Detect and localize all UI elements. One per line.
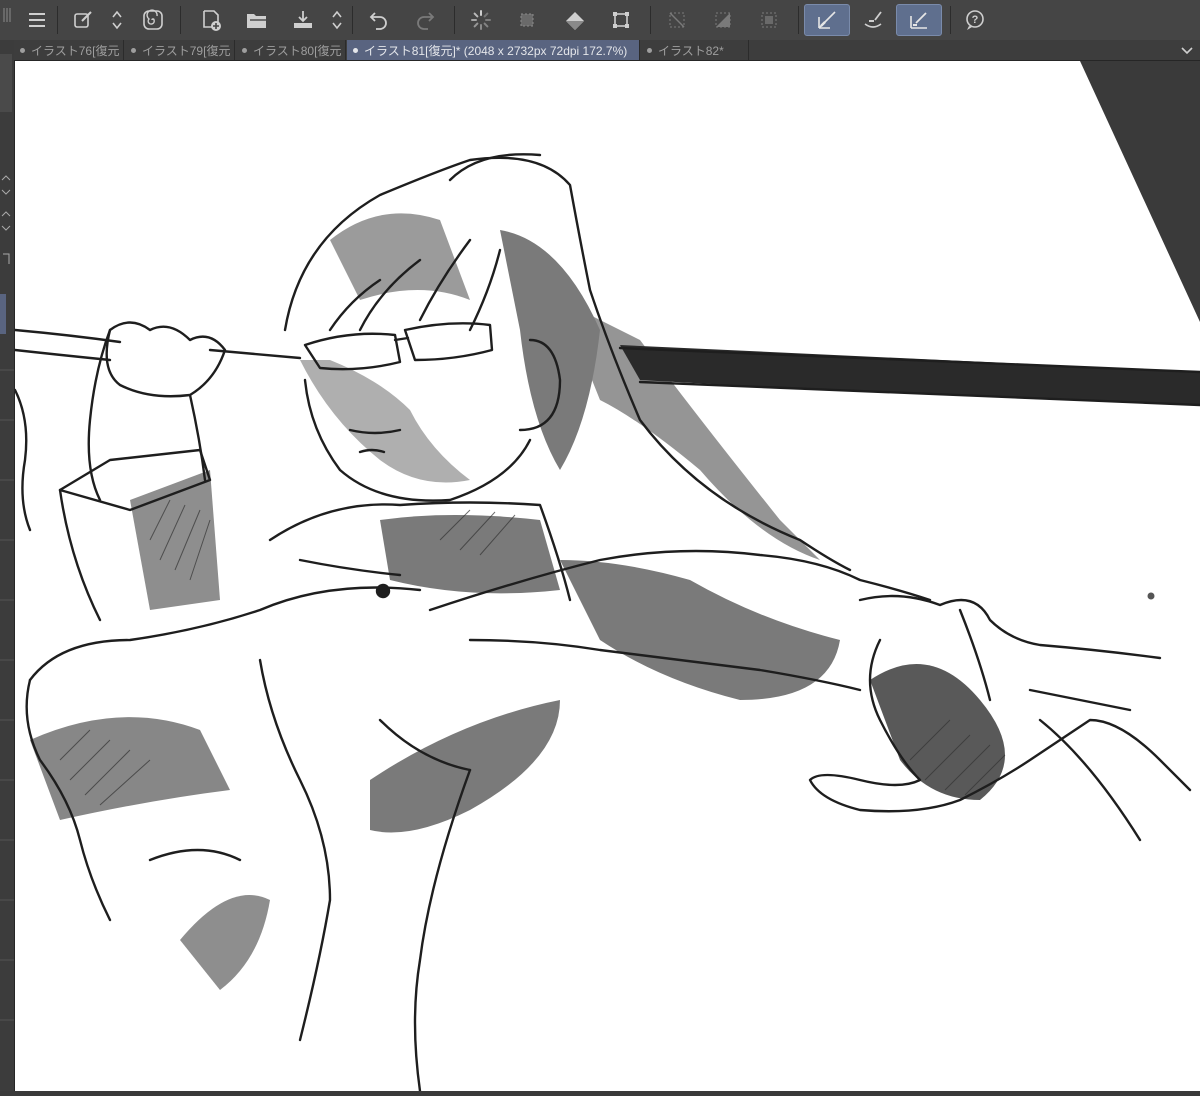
show-selection-icon xyxy=(761,12,777,28)
snap-to-ruler-icon xyxy=(818,11,836,29)
clear-selection-icon xyxy=(520,13,534,27)
spiral-logo-icon xyxy=(143,9,163,30)
canvas-area[interactable] xyxy=(15,61,1200,1091)
toolbar-separator xyxy=(57,6,58,34)
show-selection-button[interactable] xyxy=(752,4,786,36)
transform-icon xyxy=(613,12,629,28)
menu-icon xyxy=(29,13,45,27)
undo-icon xyxy=(369,12,387,30)
document-tab-bar: イラスト76[復元 イラスト79[復元 イラスト80[復元 イラスト81[復元]… xyxy=(14,40,1200,61)
tab-dot xyxy=(242,47,247,53)
tab-label: イラスト76[復元 xyxy=(31,43,120,58)
tab-label: イラスト79[復元 xyxy=(142,43,231,58)
fill-button[interactable] xyxy=(558,4,592,36)
deselect-button[interactable] xyxy=(660,4,694,36)
help-button[interactable]: ? xyxy=(958,4,992,36)
snap-ruler-button[interactable] xyxy=(804,4,850,36)
open-folder-icon xyxy=(247,14,266,28)
tab-dot xyxy=(20,47,25,53)
snap-special-ruler-button[interactable] xyxy=(856,4,890,36)
tab-illust-76[interactable]: イラスト76[復元 xyxy=(14,40,124,60)
command-bar: ? xyxy=(0,0,1200,41)
clear-button[interactable] xyxy=(510,4,544,36)
save-options-button[interactable] xyxy=(328,4,346,36)
panel-edge-marks xyxy=(0,54,14,1021)
loading-spinner-icon xyxy=(471,10,491,30)
tab-illust-82[interactable]: イラスト82* xyxy=(641,40,749,60)
spinner-button[interactable] xyxy=(464,4,498,36)
help-icon: ? xyxy=(966,10,984,30)
swap-updown-icon xyxy=(112,10,122,30)
invert-selection-button[interactable] xyxy=(706,4,740,36)
tab-dot xyxy=(131,47,136,53)
snap-to-grid-icon xyxy=(910,12,927,29)
updown-icon xyxy=(332,10,342,30)
swap-button[interactable] xyxy=(108,4,126,36)
fill-icon xyxy=(566,12,584,30)
redo-button[interactable] xyxy=(408,4,442,36)
left-panel-grip[interactable] xyxy=(0,0,14,40)
snap-to-special-ruler-icon xyxy=(864,11,882,28)
new-canvas-button[interactable] xyxy=(194,4,228,36)
toolbar-separator xyxy=(650,6,651,34)
chevron-down-icon[interactable] xyxy=(1180,43,1194,57)
open-button[interactable] xyxy=(240,4,274,36)
toolbar-separator xyxy=(352,6,353,34)
logo-button[interactable] xyxy=(136,4,170,36)
redo-icon xyxy=(417,12,435,30)
save-icon xyxy=(294,11,312,28)
new-canvas-icon xyxy=(203,10,221,31)
save-button[interactable] xyxy=(286,4,320,36)
left-panel-edge xyxy=(0,40,15,1091)
edit-pen-icon xyxy=(74,11,92,28)
deselect-icon xyxy=(669,12,685,28)
artwork-canvas[interactable] xyxy=(15,61,1200,1091)
invert-selection-icon xyxy=(715,12,731,28)
grip-icon xyxy=(3,8,11,22)
tab-illust-81[interactable]: イラスト81[復元]* (2048 x 2732px 72dpi 172.7%) xyxy=(347,40,640,60)
tab-dot xyxy=(647,47,652,53)
edit-button[interactable] xyxy=(66,4,100,36)
toolbar-separator xyxy=(454,6,455,34)
transform-button[interactable] xyxy=(604,4,638,36)
tab-label: イラスト80[復元 xyxy=(253,43,342,58)
toolbar-separator xyxy=(798,6,799,34)
tab-illust-80[interactable]: イラスト80[復元 xyxy=(236,40,346,60)
tab-label: イラスト81[復元]* (2048 x 2732px 72dpi 172.7%) xyxy=(364,43,628,58)
tab-illust-79[interactable]: イラスト79[復元 xyxy=(125,40,235,60)
toolbar-separator xyxy=(180,6,181,34)
tab-dot xyxy=(353,47,358,53)
tab-label: イラスト82* xyxy=(658,43,724,58)
svg-text:?: ? xyxy=(972,14,979,26)
menu-button[interactable] xyxy=(20,4,54,36)
undo-button[interactable] xyxy=(362,4,396,36)
toolbar-separator xyxy=(950,6,951,34)
snap-grid-button[interactable] xyxy=(896,4,942,36)
